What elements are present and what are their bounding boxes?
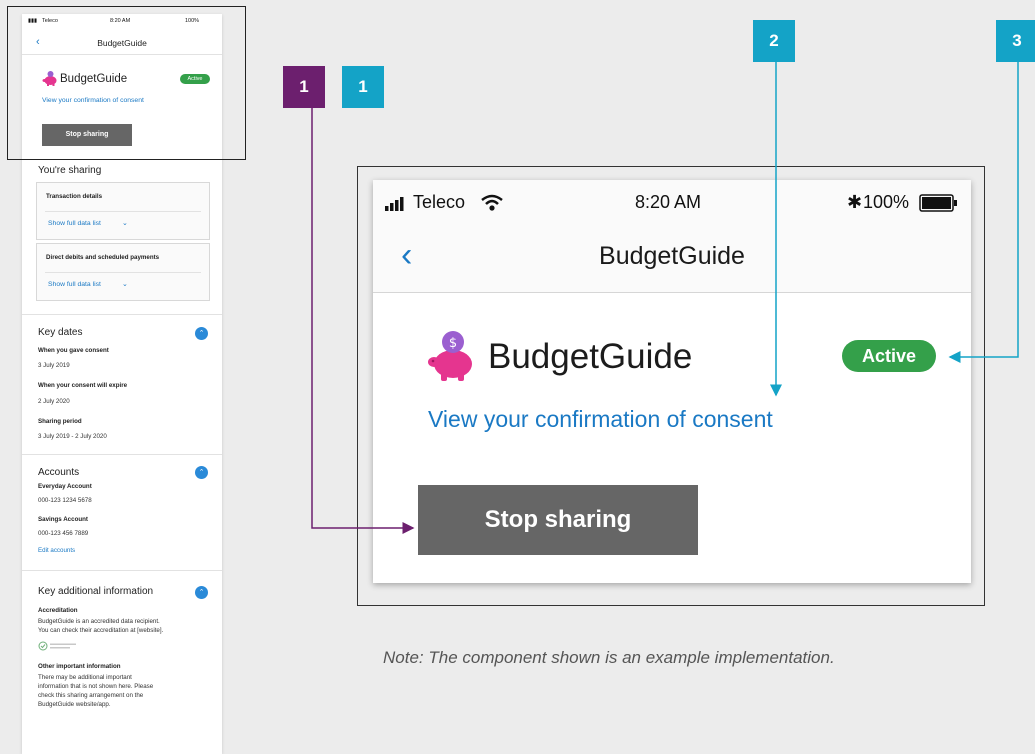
- callout-3-arrow: [948, 62, 1019, 363]
- callout-arrows: [311, 62, 1019, 534]
- callout-1-arrow: [311, 108, 415, 534]
- note-caption: Note: The component shown is an example …: [383, 648, 835, 667]
